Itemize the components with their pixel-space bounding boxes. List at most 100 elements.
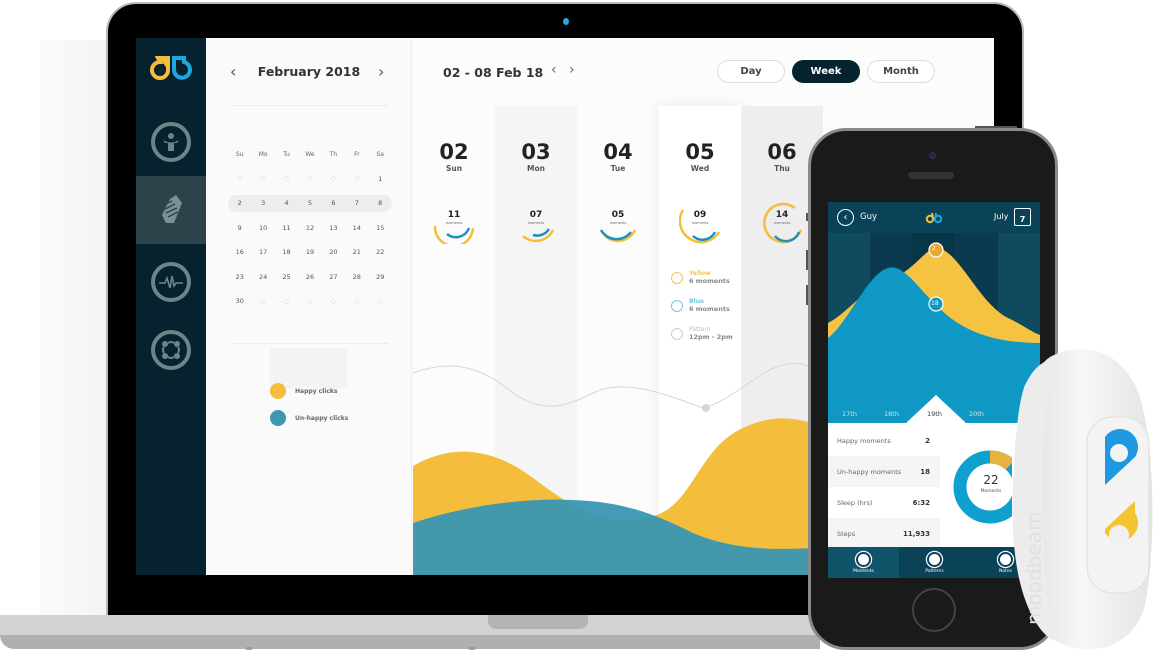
legend-placeholder — [270, 348, 347, 388]
moments-donut — [953, 450, 1012, 524]
view-month-button[interactable]: Month — [867, 60, 935, 83]
laptop-base — [0, 615, 820, 635]
tab-patterns[interactable]: Patterns — [899, 547, 970, 578]
laptop-foot — [468, 647, 476, 650]
stat-value: 11,933 — [902, 529, 930, 538]
calendar-day[interactable]: 1 — [369, 175, 392, 183]
calendar-day[interactable]: 19 — [298, 248, 321, 256]
x-label-selected[interactable]: 19th — [927, 410, 942, 418]
view-week-button[interactable]: Week — [792, 60, 860, 83]
calendar-day[interactable]: 12 — [298, 224, 321, 232]
calendar-day[interactable]: 20 — [322, 248, 345, 256]
prev-week-icon[interactable]: ‹ — [551, 62, 557, 78]
sidebar-item-heartbeat[interactable] — [136, 248, 206, 316]
calendar-day[interactable]: 13 — [322, 224, 345, 232]
tab-label: Moments — [853, 568, 874, 574]
calendar-empty-day: ○ — [283, 297, 290, 305]
moments-count: 05 — [611, 210, 625, 220]
detail-yellow: Yellow 6 moments — [671, 270, 730, 285]
chevron-right-icon[interactable]: › — [378, 62, 384, 81]
phone-camera — [929, 152, 936, 159]
calendar-empty-day: ○ — [354, 297, 360, 305]
phone-speaker — [908, 172, 954, 179]
moments-count: 07 — [529, 210, 543, 220]
calendar-day[interactable]: 16 — [228, 248, 251, 256]
calendar-day[interactable]: 9 — [228, 224, 251, 232]
divider — [234, 343, 388, 344]
calendar-empty-day: ○ — [260, 297, 266, 305]
calendar-week[interactable]: 23 24 25 26 27 28 29 — [228, 265, 392, 290]
weekday-label: Tu — [283, 150, 290, 158]
legend-item-unhappy: Un-happy clicks — [270, 410, 348, 426]
x-label[interactable]: 20th — [969, 410, 984, 418]
weekday-label: Th — [329, 150, 338, 158]
day-number: 03 — [521, 140, 551, 164]
chevron-left-icon[interactable]: ‹ — [230, 62, 236, 81]
x-label[interactable]: 17th — [842, 410, 857, 418]
x-label[interactable]: 18th — [884, 410, 899, 418]
calendar-day[interactable]: 27 — [322, 273, 345, 281]
calendar-day[interactable]: 23 — [228, 273, 251, 281]
calendar-day[interactable]: 22 — [369, 248, 392, 256]
calendar-day[interactable]: 26 — [298, 273, 321, 281]
day-name: Sun — [445, 164, 463, 173]
family-icon — [151, 122, 191, 162]
calendar-week[interactable]: 30 ○ ○ ○ ○ ○ ○ — [228, 289, 392, 314]
stat-label: Steps — [837, 529, 856, 538]
calendar-day[interactable]: 4 — [275, 199, 298, 207]
next-week-icon[interactable]: › — [569, 62, 575, 78]
calendar-empty-day: ○ — [377, 297, 383, 305]
db-logo-icon[interactable] — [148, 52, 194, 82]
stat-value: 18 — [920, 467, 930, 476]
calendar-day[interactable]: 28 — [345, 273, 368, 281]
calendar-day[interactable]: 30 — [228, 297, 251, 305]
calendar-week[interactable]: 16 17 18 19 20 21 22 — [228, 240, 392, 265]
moments-label: moments — [445, 221, 463, 225]
sidebar-item-family[interactable] — [136, 108, 206, 176]
sidebar-item-community[interactable] — [136, 316, 206, 384]
calendar-week[interactable]: ○ ○ ○ ○ ○ ○ 1 — [228, 167, 392, 192]
moments-count: 11 — [447, 210, 461, 220]
calendar-empty-day: ○ — [330, 175, 337, 183]
calendar-week-selected[interactable]: 2345678 — [228, 191, 392, 216]
happy-marker-value: 2 — [932, 245, 936, 252]
calendar-week[interactable]: 9 10 11 12 13 14 15 — [228, 216, 392, 241]
calendar-day[interactable]: 10 — [251, 224, 274, 232]
calendar-day[interactable]: 2 — [228, 199, 251, 207]
detail-title: Yellow — [689, 270, 711, 277]
view-day-button[interactable]: Day — [717, 60, 785, 83]
stat-value: 6:32 — [912, 498, 930, 507]
calendar-day[interactable]: 24 — [251, 273, 274, 281]
calendar-day[interactable]: 17 — [251, 248, 274, 256]
calendar-empty-day: ○ — [330, 297, 337, 305]
tab-label: Patterns — [925, 568, 944, 574]
weekday-label: Su — [235, 150, 244, 158]
calendar-day[interactable]: 7 — [345, 199, 368, 207]
legend-item-happy: Happy clicks — [270, 383, 337, 399]
phone-home-button[interactable] — [912, 588, 956, 632]
unhappy-marker-value: 18 — [931, 300, 939, 307]
db-logo-icon — [925, 212, 943, 224]
calendar-day[interactable]: 3 — [251, 199, 274, 207]
happy-face-icon — [671, 271, 683, 284]
calendar-day[interactable]: 29 — [369, 273, 392, 281]
tab-moments[interactable]: Moments — [828, 547, 899, 578]
stat-label: Happy moments — [837, 436, 891, 445]
calendar-day[interactable]: 14 — [345, 224, 368, 232]
date-range: 02 - 08 Feb 18 — [443, 65, 544, 80]
calendar-day[interactable]: 25 — [275, 273, 298, 281]
day-number: 02 — [439, 140, 469, 164]
calendar-empty-day: ○ — [283, 175, 290, 183]
calendar-empty-day: ○ — [307, 297, 313, 305]
sidebar-item-handshake[interactable] — [136, 176, 206, 244]
calendar-icon[interactable]: 7 — [1014, 208, 1031, 226]
calendar-day[interactable]: 11 — [275, 224, 298, 232]
unhappy-swatch — [270, 410, 286, 426]
calendar-day[interactable]: 18 — [275, 248, 298, 256]
calendar-day[interactable]: 21 — [345, 248, 368, 256]
calendar-day[interactable]: 6 — [322, 199, 345, 207]
calendar-day[interactable]: 5 — [298, 199, 321, 207]
calendar-day[interactable]: 15 — [369, 224, 392, 232]
calendar-day[interactable]: 8 — [369, 199, 392, 207]
back-icon[interactable]: ‹ — [837, 209, 854, 226]
